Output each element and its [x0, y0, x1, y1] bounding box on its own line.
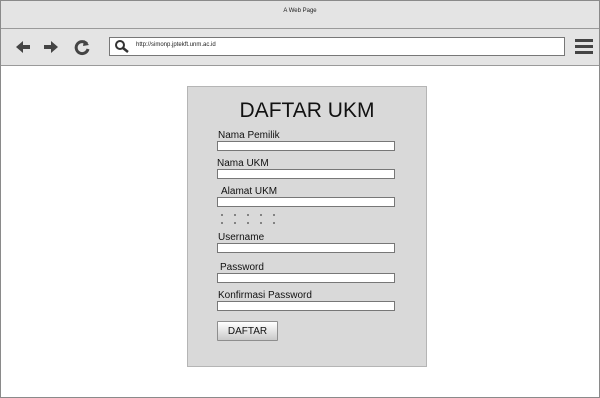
- password-label: Password: [220, 262, 264, 273]
- register-form: DAFTAR UKM Nama Pemilik Nama UKM Alamat …: [187, 86, 427, 367]
- confirm-password-label: Konfirmasi Password: [218, 290, 312, 301]
- confirm-password-input[interactable]: [217, 301, 395, 311]
- title-bar: A Web Page: [1, 1, 599, 29]
- window-title: A Web Page: [283, 8, 317, 14]
- browser-toolbar: http://simonp.jptekft.unm.ac.id: [1, 29, 599, 66]
- browser-window: A Web Page http://simonp.jptekft.unm.ac.…: [0, 0, 600, 398]
- ukm-address-input[interactable]: [217, 197, 395, 207]
- ukm-name-label: Nama UKM: [217, 158, 269, 169]
- ukm-name-input[interactable]: [217, 169, 395, 179]
- owner-name-label: Nama Pemilik: [218, 130, 280, 141]
- separator-dots: [221, 212, 281, 230]
- reload-icon[interactable]: [72, 37, 92, 57]
- ukm-address-label: Alamat UKM: [221, 186, 278, 197]
- password-input[interactable]: [217, 273, 395, 283]
- url-text: http://simonp.jptekft.unm.ac.id: [136, 42, 216, 48]
- username-input[interactable]: [217, 243, 395, 253]
- search-icon: [115, 40, 129, 53]
- forward-arrow-icon[interactable]: [41, 37, 61, 57]
- username-label: Username: [218, 232, 265, 243]
- register-button[interactable]: DAFTAR: [217, 321, 278, 341]
- address-bar[interactable]: http://simonp.jptekft.unm.ac.id: [109, 37, 565, 56]
- owner-name-input[interactable]: [217, 141, 395, 151]
- form-title: DAFTAR UKM: [239, 99, 375, 122]
- back-arrow-icon[interactable]: [13, 37, 33, 57]
- hamburger-menu-icon[interactable]: [575, 39, 593, 55]
